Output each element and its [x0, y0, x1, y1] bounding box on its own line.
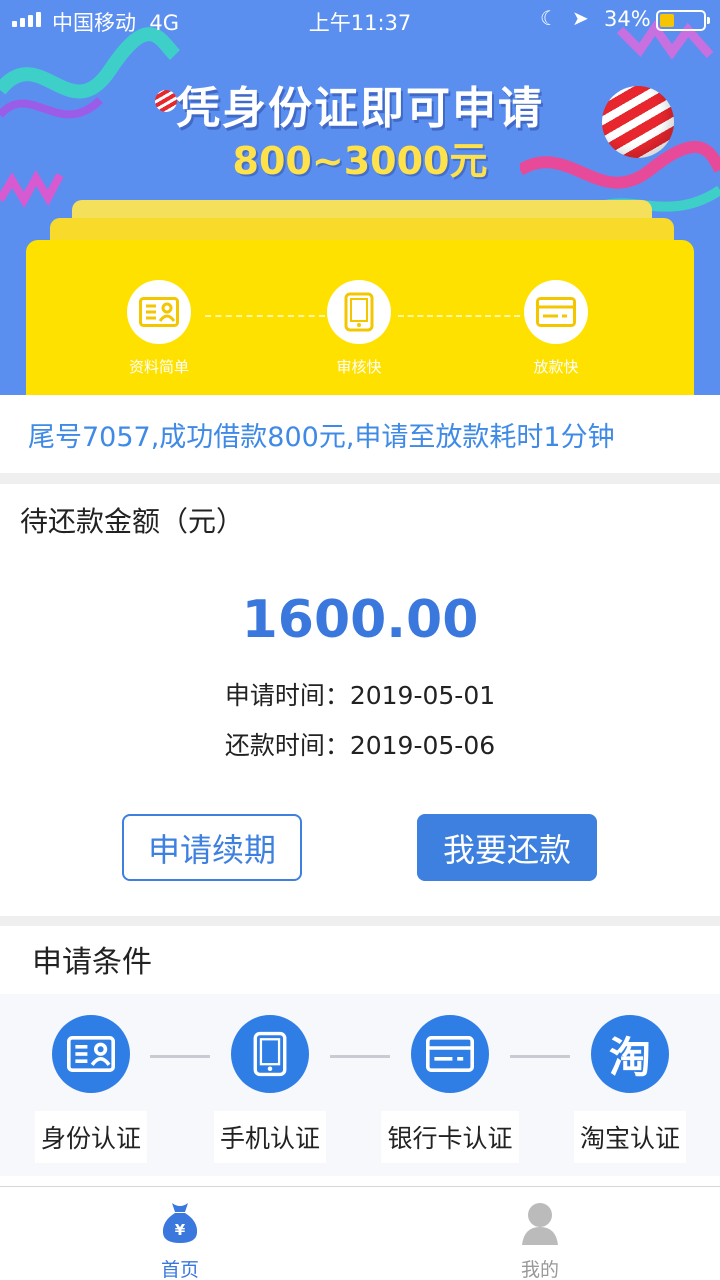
banner-step-label: 放款快 — [533, 358, 579, 376]
banner-step: 放款快 — [496, 280, 616, 377]
banner-step: 审核快 — [299, 280, 419, 377]
tab-mine[interactable]: 我的 — [480, 1187, 600, 1280]
moon-icon: ☾ — [540, 6, 558, 30]
condition-label: 身份认证 — [34, 1111, 147, 1163]
condition-label: 淘宝认证 — [573, 1111, 686, 1163]
user-avatar-icon — [522, 1203, 558, 1245]
banner-step-label: 资料简单 — [128, 358, 189, 376]
id-card-icon — [127, 280, 191, 344]
section-divider — [0, 473, 720, 484]
ticker-text: 尾号7057,成功借款800元,申请至放款耗时1分钟 — [28, 422, 615, 453]
money-bag-icon: ¥ — [162, 1203, 198, 1243]
phone-icon — [327, 280, 391, 344]
battery-icon — [656, 10, 710, 31]
loan-notice-ticker: 尾号7057,成功借款800元,申请至放款耗时1分钟 — [0, 395, 720, 473]
condition-label: 银行卡认证 — [381, 1111, 519, 1163]
condition-label: 手机认证 — [213, 1111, 326, 1163]
renew-button[interactable]: 申请续期 — [122, 814, 302, 881]
battery-fill — [660, 14, 674, 27]
section-divider — [0, 916, 720, 926]
conditions-title: 申请条件 — [32, 945, 152, 980]
banner-title: 凭身份证即可申请 — [176, 83, 544, 134]
condition-bank-card[interactable]: 银行卡认证 — [376, 1015, 524, 1163]
tab-mine-label: 我的 — [520, 1259, 559, 1280]
phone-icon — [231, 1015, 309, 1093]
taobao-icon: 淘 — [591, 1015, 669, 1093]
banner-step-label: 审核快 — [336, 358, 382, 376]
condition-taobao[interactable]: 淘 淘宝认证 — [556, 1015, 704, 1163]
repayment-amount: 1600.00 — [241, 590, 479, 650]
repayment-title: 待还款金额（元） — [20, 505, 245, 538]
status-bar: 中国移动 4G 上午11:37 ☾ ➤ 34% — [0, 0, 720, 40]
svg-text:¥: ¥ — [175, 1221, 186, 1239]
banner-amount: 800~3000元 — [232, 139, 488, 183]
tab-home[interactable]: ¥ 首页 — [120, 1187, 240, 1280]
due-date: 还款时间：2019-05-06 — [224, 731, 496, 760]
id-card-icon — [52, 1015, 130, 1093]
tab-home-label: 首页 — [160, 1259, 199, 1280]
condition-phone[interactable]: 手机认证 — [196, 1015, 344, 1163]
location-icon: ➤ — [572, 6, 589, 30]
condition-id[interactable]: 身份认证 — [17, 1015, 165, 1163]
battery-percent: 34% — [604, 7, 651, 31]
banner-step: 资料简单 — [99, 280, 219, 377]
repay-button[interactable]: 我要还款 — [417, 814, 597, 881]
promo-banner[interactable]: 凭身份证即可申请 800~3000元 资料简单 审核快 放款快 — [0, 0, 720, 395]
bank-card-icon — [524, 280, 588, 344]
apply-date: 申请时间：2019-05-01 — [224, 681, 496, 710]
bank-card-icon — [411, 1015, 489, 1093]
tab-bar: ¥ 首页 我的 — [0, 1186, 720, 1280]
